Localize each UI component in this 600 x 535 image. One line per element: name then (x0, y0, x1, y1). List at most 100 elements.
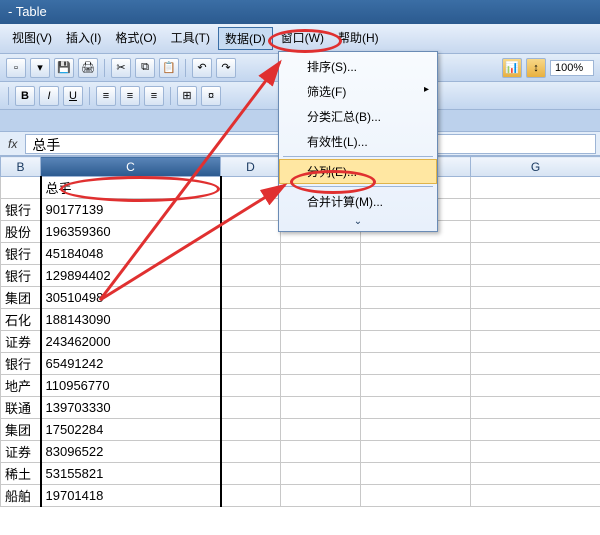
align-left-icon[interactable]: ≡ (96, 86, 116, 106)
cell[interactable]: 90177139 (41, 199, 221, 221)
cell[interactable] (281, 441, 361, 463)
cell[interactable] (221, 287, 281, 309)
menu-insert[interactable]: 插入(I) (60, 27, 107, 50)
cell[interactable]: 银行 (1, 265, 41, 287)
col-header-c[interactable]: C (41, 157, 221, 177)
print-icon[interactable]: 🖨 (78, 58, 98, 78)
cell[interactable]: 银行 (1, 243, 41, 265)
cell[interactable] (361, 441, 471, 463)
cell[interactable]: 45184048 (41, 243, 221, 265)
cell[interactable] (221, 441, 281, 463)
menu-item-sort[interactable]: 排序(S)... (279, 54, 437, 79)
cell[interactable] (281, 463, 361, 485)
cell[interactable] (281, 331, 361, 353)
underline-icon[interactable]: U (63, 86, 83, 106)
col-header-g[interactable]: G (471, 157, 600, 177)
cell[interactable] (281, 287, 361, 309)
cell[interactable] (361, 397, 471, 419)
menu-help[interactable]: 帮助(H) (332, 27, 385, 50)
paste-icon[interactable]: 📋 (159, 58, 179, 78)
cell[interactable] (471, 353, 600, 375)
cell[interactable] (361, 331, 471, 353)
cell[interactable]: 股份 (1, 221, 41, 243)
cell[interactable] (471, 485, 600, 507)
cell[interactable]: 集团 (1, 287, 41, 309)
chart-icon[interactable]: 📊 (502, 58, 522, 78)
table-row[interactable]: 银行65491242 (1, 353, 600, 375)
cell[interactable] (471, 199, 600, 221)
cell[interactable]: 银行 (1, 353, 41, 375)
table-row[interactable]: 银行45184048 (1, 243, 600, 265)
menu-item-validation[interactable]: 有效性(L)... (279, 129, 437, 154)
menu-format[interactable]: 格式(O) (109, 27, 162, 50)
table-row[interactable]: 证券83096522 (1, 441, 600, 463)
cell[interactable] (361, 375, 471, 397)
menu-item-consolidate[interactable]: 合并计算(M)... (279, 189, 437, 214)
open-icon[interactable]: ▾ (30, 58, 50, 78)
table-row[interactable]: 证券243462000 (1, 331, 600, 353)
menu-tools[interactable]: 工具(T) (165, 27, 216, 50)
cell[interactable]: 19701418 (41, 485, 221, 507)
menu-view[interactable]: 视图(V) (6, 27, 58, 50)
menu-item-subtotal[interactable]: 分类汇总(B)... (279, 104, 437, 129)
cell[interactable] (221, 243, 281, 265)
cell[interactable] (471, 463, 600, 485)
cell[interactable] (221, 485, 281, 507)
cell[interactable] (361, 463, 471, 485)
cell[interactable] (221, 375, 281, 397)
cell[interactable]: 188143090 (41, 309, 221, 331)
cell[interactable]: 银行 (1, 199, 41, 221)
cell[interactable] (221, 265, 281, 287)
cell[interactable]: 53155821 (41, 463, 221, 485)
save-icon[interactable]: 💾 (54, 58, 74, 78)
table-row[interactable]: 银行129894402 (1, 265, 600, 287)
undo-icon[interactable]: ↶ (192, 58, 212, 78)
cell[interactable]: 30510498 (41, 287, 221, 309)
table-row[interactable]: 集团30510498 (1, 287, 600, 309)
italic-icon[interactable]: I (39, 86, 59, 106)
currency-icon[interactable]: ¤ (201, 86, 221, 106)
cell[interactable] (471, 177, 600, 199)
table-row[interactable]: 石化188143090 (1, 309, 600, 331)
menu-item-filter[interactable]: 筛选(F)▸ (279, 79, 437, 104)
cell[interactable]: 196359360 (41, 221, 221, 243)
sort-icon[interactable]: ↕ (526, 58, 546, 78)
cell[interactable] (361, 353, 471, 375)
cell[interactable] (281, 419, 361, 441)
menu-item-text-to-columns[interactable]: 分列(E)... (279, 159, 437, 184)
cell[interactable]: 证券 (1, 441, 41, 463)
cell[interactable] (221, 199, 281, 221)
cell[interactable] (221, 419, 281, 441)
cell[interactable] (471, 265, 600, 287)
align-right-icon[interactable]: ≡ (144, 86, 164, 106)
cell[interactable]: 石化 (1, 309, 41, 331)
table-row[interactable]: 地产110956770 (1, 375, 600, 397)
table-row[interactable]: 集团17502284 (1, 419, 600, 441)
merge-icon[interactable]: ⊞ (177, 86, 197, 106)
cell[interactable]: 稀土 (1, 463, 41, 485)
cell[interactable] (471, 375, 600, 397)
new-icon[interactable]: ▫ (6, 58, 26, 78)
table-row[interactable]: 联通139703330 (1, 397, 600, 419)
cell[interactable]: 139703330 (41, 397, 221, 419)
cell[interactable] (281, 485, 361, 507)
col-header-d[interactable]: D (221, 157, 281, 177)
cell[interactable] (361, 485, 471, 507)
redo-icon[interactable]: ↷ (216, 58, 236, 78)
menu-expand-icon[interactable]: ⌄ (279, 214, 437, 229)
zoom-input[interactable]: 100% (550, 60, 594, 76)
cell[interactable]: 证券 (1, 331, 41, 353)
cell[interactable]: 集团 (1, 419, 41, 441)
cell[interactable] (221, 177, 281, 199)
cell[interactable] (281, 375, 361, 397)
col-header-b[interactable]: B (1, 157, 41, 177)
cell[interactable]: 17502284 (41, 419, 221, 441)
table-row[interactable]: 稀土53155821 (1, 463, 600, 485)
cell[interactable]: 83096522 (41, 441, 221, 463)
cell[interactable] (221, 331, 281, 353)
cell[interactable]: 船舶 (1, 485, 41, 507)
cell[interactable] (471, 309, 600, 331)
cell[interactable]: 总手 (41, 177, 221, 199)
cell[interactable]: 地产 (1, 375, 41, 397)
table-row[interactable]: 船舶19701418 (1, 485, 600, 507)
